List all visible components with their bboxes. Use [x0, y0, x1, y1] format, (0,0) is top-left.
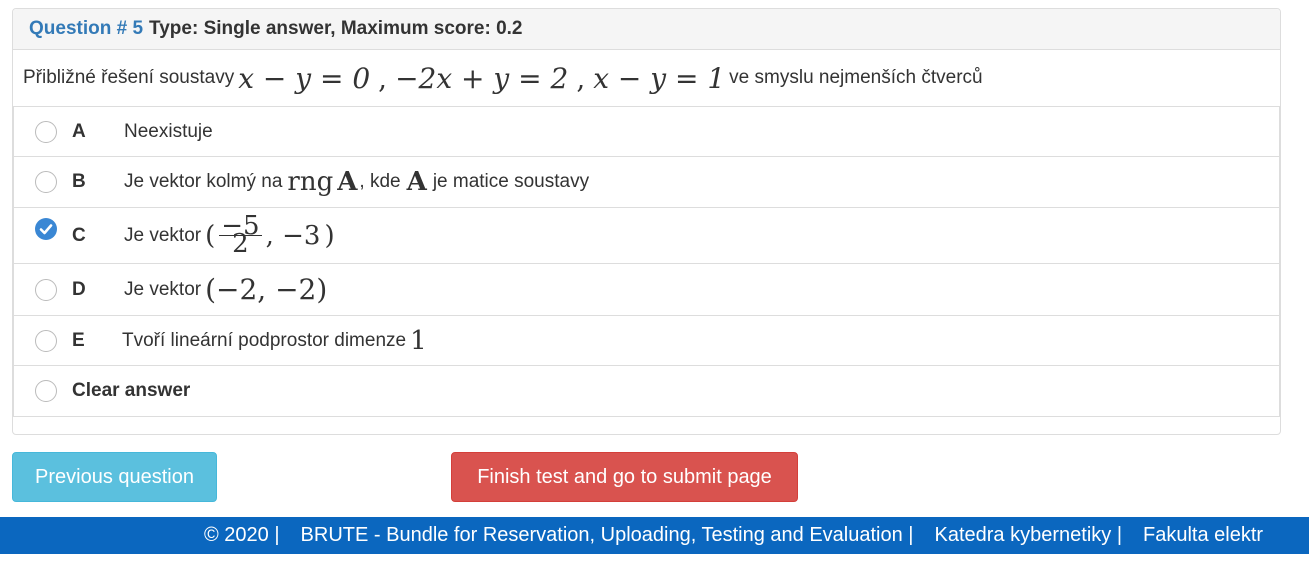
radio-icon[interactable]: [35, 120, 57, 143]
footer-copyright: © 2020 |: [204, 524, 280, 546]
checked-radio-icon[interactable]: [35, 218, 57, 240]
footer-brute-link[interactable]: BRUTE - Bundle for Reservation, Uploadin…: [301, 524, 914, 547]
option-letter: E: [72, 329, 85, 351]
option-text: Je vektor: [124, 224, 202, 246]
math-fraction: −5 2: [219, 211, 262, 259]
option-letter: B: [72, 171, 86, 192]
math-matrix-a: A: [337, 167, 358, 197]
math-tail: , −3: [265, 220, 321, 251]
footer-faculty-link[interactable]: Fakulta elektr: [1143, 524, 1263, 547]
option-d[interactable]: D Je vektor (−2, −2): [13, 264, 1280, 316]
radio-icon[interactable]: [35, 171, 57, 193]
question-meta: Type: Single answer, Maximum score: 0.2: [149, 18, 523, 39]
option-text: Neexistuje: [124, 120, 213, 142]
math-matrix-a: A: [406, 167, 427, 197]
option-letter: D: [72, 278, 86, 300]
option-letter: A: [72, 120, 86, 142]
radio-icon[interactable]: [35, 278, 57, 301]
question-text: Přibližné řešení soustavy x − y = 0, −2x…: [23, 61, 983, 95]
question-number: Question # 5: [29, 18, 144, 39]
question-header: Question # 5 Type: Single answer, Maximu…: [13, 9, 1280, 50]
footer-department-link[interactable]: Katedra kybernetiky |: [935, 524, 1123, 547]
option-b[interactable]: B Je vektor kolmý na rng A , kde A je mat…: [13, 157, 1280, 208]
option-text: Tvoří lineární podprostor dimenze: [122, 329, 407, 351]
question-panel: Question # 5 Type: Single answer, Maximu…: [12, 8, 1281, 435]
math-rng: rng: [287, 167, 334, 197]
option-text: Je vektor: [124, 278, 202, 300]
math-number: 1: [410, 325, 427, 356]
question-text-after: ve smyslu nejmenších čtverců: [729, 67, 983, 88]
option-text-mid: , kde: [359, 171, 401, 192]
option-clear-answer[interactable]: Clear answer: [13, 366, 1280, 417]
footer: © 2020 | BRUTE - Bundle for Reservation,…: [0, 517, 1309, 554]
math-vector: (−2, −2): [205, 273, 328, 306]
equation-1: x − y = 0: [238, 61, 371, 95]
option-a[interactable]: A Neexistuje: [13, 107, 1280, 157]
clear-answer-label: Clear answer: [72, 380, 191, 401]
option-c[interactable]: C Je vektor ( −5 2 , −3 ): [13, 208, 1280, 264]
option-letter: C: [72, 224, 86, 246]
question-text-before: Přibližné řešení soustavy: [23, 67, 235, 88]
option-text-post: je matice soustavy: [432, 171, 590, 192]
finish-test-button[interactable]: Finish test and go to submit page: [451, 452, 798, 502]
option-text: Je vektor kolmý na: [124, 171, 283, 192]
equation-2: −2x + y = 2: [395, 61, 569, 95]
answer-options: A Neexistuje B Je vektor kolmý na rng A ,…: [13, 106, 1280, 417]
radio-icon[interactable]: [35, 380, 57, 402]
previous-question-button[interactable]: Previous question: [12, 452, 217, 502]
equation-3: x − y = 1: [593, 61, 726, 95]
radio-icon[interactable]: [35, 329, 57, 352]
option-e[interactable]: E Tvoří lineární podprostor dimenze 1: [13, 316, 1280, 366]
